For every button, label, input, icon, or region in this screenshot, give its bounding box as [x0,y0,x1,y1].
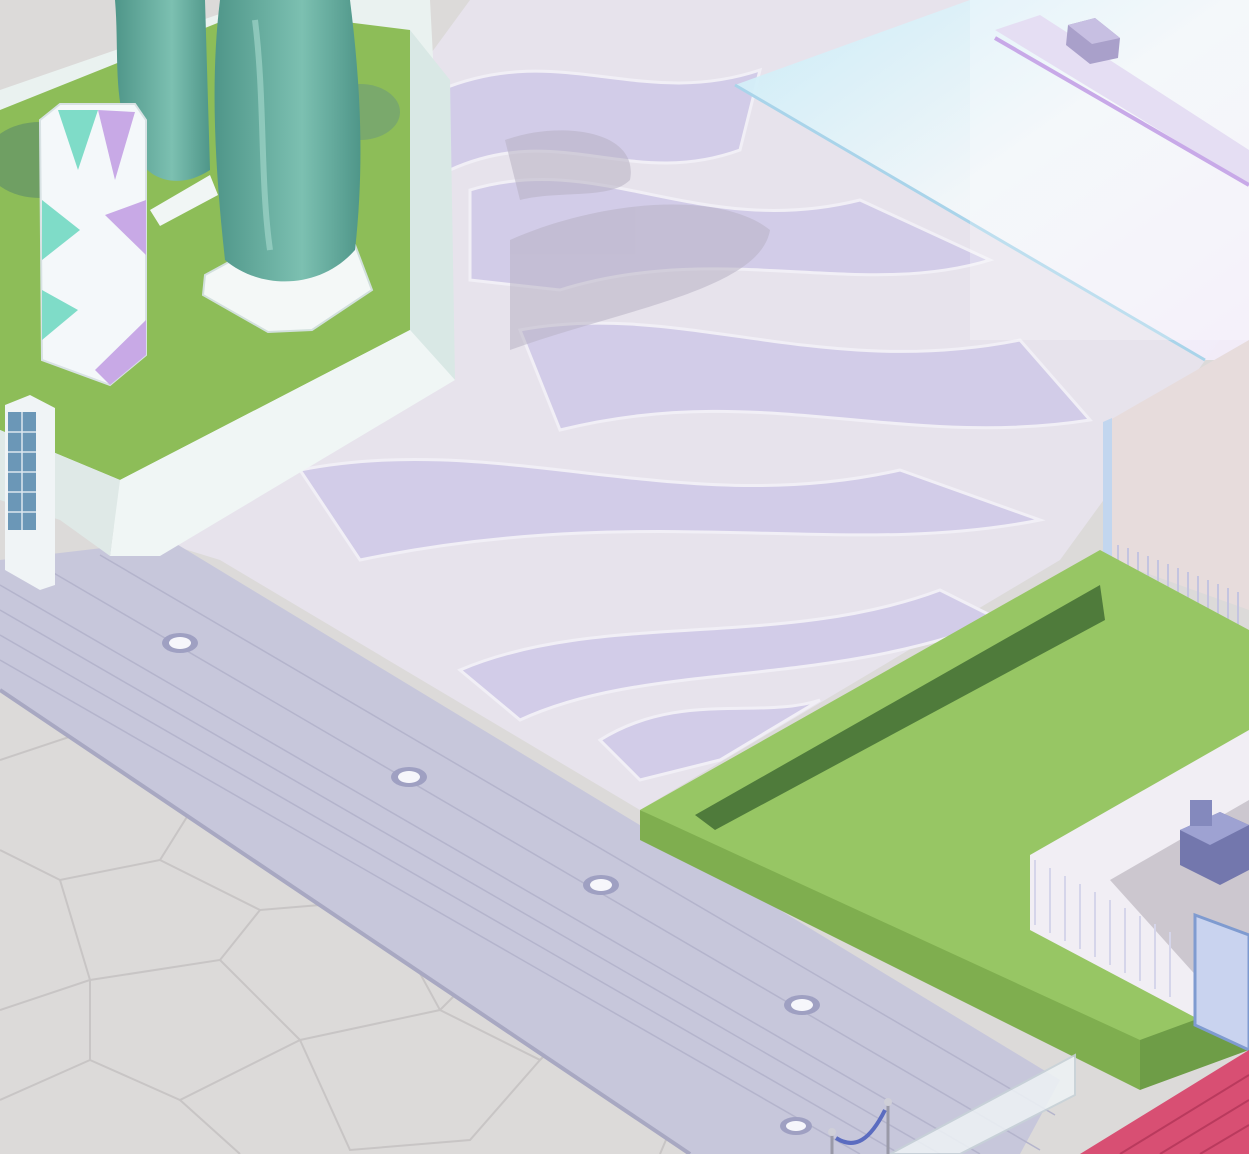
lamp-icon [583,875,619,895]
glass-door [1193,912,1249,1052]
lamp-icon [784,995,820,1015]
lamp-icon [391,767,427,787]
lamp-icon [162,633,198,653]
glass-sign-pillar [5,395,55,590]
tree-front [201,0,374,334]
isometric-game-scene [0,0,1249,1154]
crystal-pillar [38,103,147,387]
lamp-icon [780,1117,812,1135]
